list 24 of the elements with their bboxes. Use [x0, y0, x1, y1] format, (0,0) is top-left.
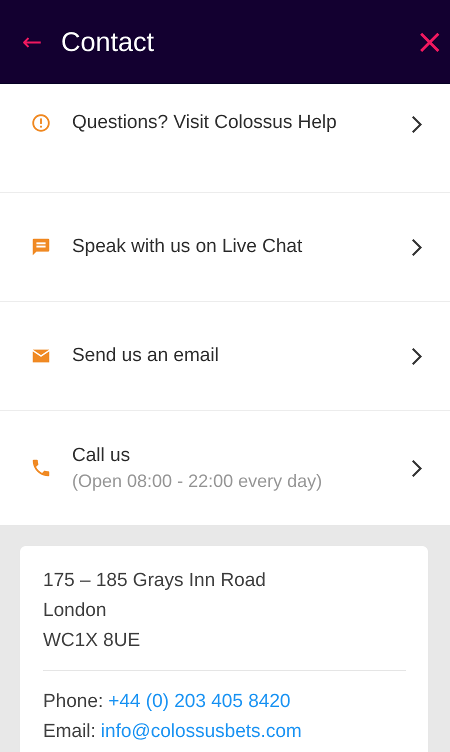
page-title: Contact	[61, 26, 156, 58]
menu-item[interactable]: Questions? Visit Colossus Help	[0, 84, 450, 193]
phone-icon	[30, 457, 52, 479]
item-label: Send us an email	[72, 345, 220, 367]
address-line: 175 – 185 Grays Inn Road	[43, 570, 267, 592]
alert-icon	[30, 112, 52, 134]
opening-hours: (Open 08:00 - 22:00 every day)	[72, 470, 324, 492]
chat-icon	[30, 236, 52, 258]
address-line: London	[43, 600, 108, 622]
chevron-right-icon	[412, 238, 422, 256]
chevron-right-icon	[412, 116, 422, 133]
contact-label: Phone:	[43, 691, 104, 713]
item-label: Speak with us on Live Chat	[72, 236, 304, 258]
chevron-right-icon	[412, 348, 422, 364]
contact-label: Email:	[43, 721, 96, 743]
menu-item[interactable]: Send us an email	[0, 302, 450, 411]
close-button[interactable]: ×	[414, 25, 446, 59]
address-line: WC1X 8UE	[43, 630, 142, 652]
item-label: Questions? Visit Colossus Help	[72, 112, 338, 134]
back-button[interactable]: ←	[18, 28, 46, 56]
chevron-right-icon	[412, 460, 422, 476]
menu-item[interactable]: Speak with us on Live Chat	[0, 193, 450, 302]
menu-item[interactable]: Call us (Open 08:00 - 22:00 every day)	[0, 411, 450, 525]
item-label: Call us	[72, 444, 132, 466]
